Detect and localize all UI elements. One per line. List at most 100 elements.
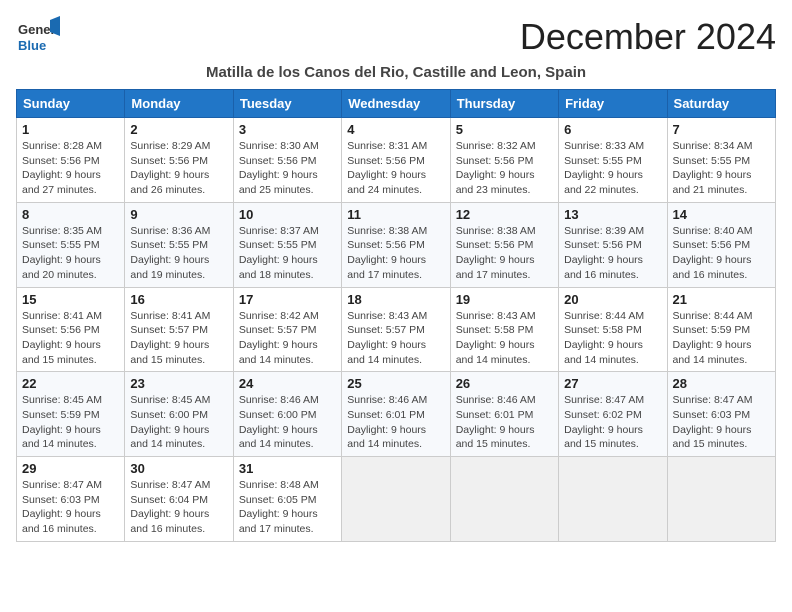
day-info: Sunrise: 8:46 AMSunset: 6:01 PMDaylight:… <box>347 393 444 452</box>
calendar-cell: 26Sunrise: 8:46 AMSunset: 6:01 PMDayligh… <box>450 372 558 457</box>
calendar-cell: 2Sunrise: 8:29 AMSunset: 5:56 PMDaylight… <box>125 118 233 203</box>
day-number: 2 <box>130 122 227 137</box>
day-number: 21 <box>673 292 770 307</box>
day-number: 12 <box>456 207 553 222</box>
day-info: Sunrise: 8:38 AMSunset: 5:56 PMDaylight:… <box>456 224 553 283</box>
calendar-cell: 13Sunrise: 8:39 AMSunset: 5:56 PMDayligh… <box>559 202 667 287</box>
calendar-cell: 19 Sunrise: 8:43 AMSunset: 5:58 PMDayligh… <box>450 287 558 372</box>
calendar-table: SundayMondayTuesdayWednesdayThursdayFrid… <box>16 89 776 542</box>
calendar-cell: 3 Sunrise: 8:30 AMSunset: 5:56 PMDaylight… <box>233 118 341 203</box>
day-info: Sunrise: 8:41 AMSunset: 5:56 PMDaylight:… <box>22 309 119 368</box>
calendar-cell: 24 Sunrise: 8:46 AMSunset: 6:00 PMDayligh… <box>233 372 341 457</box>
calendar-cell: 21 Sunrise: 8:44 AMSunset: 5:59 PMDayligh… <box>667 287 775 372</box>
day-number: 10 <box>239 207 336 222</box>
calendar-cell: 30 Sunrise: 8:47 AMSunset: 6:04 PMDayligh… <box>125 457 233 542</box>
day-info: Sunrise: 8:47 AMSunset: 6:03 PMDaylight:… <box>673 393 770 452</box>
calendar-week-1: 1Sunrise: 8:28 AMSunset: 5:56 PMDaylight… <box>17 118 776 203</box>
calendar-cell <box>450 457 558 542</box>
day-number: 9 <box>130 207 227 222</box>
calendar-header-thursday: Thursday <box>450 90 558 118</box>
day-info: Sunrise: 8:47 AMSunset: 6:04 PMDaylight:… <box>130 478 227 537</box>
logo: General Blue <box>16 16 60 60</box>
day-number: 19 <box>456 292 553 307</box>
month-title: December 2024 <box>520 16 776 58</box>
day-number: 4 <box>347 122 444 137</box>
day-number: 13 <box>564 207 661 222</box>
calendar-cell <box>667 457 775 542</box>
logo-svg: General Blue <box>16 16 60 60</box>
day-number: 22 <box>22 376 119 391</box>
day-info: Sunrise: 8:45 AMSunset: 6:00 PMDaylight:… <box>130 393 227 452</box>
day-info: Sunrise: 8:46 AMSunset: 6:00 PMDaylight:… <box>239 393 336 452</box>
calendar-cell: 18 Sunrise: 8:43 AMSunset: 5:57 PMDayligh… <box>342 287 450 372</box>
calendar-cell <box>342 457 450 542</box>
calendar-cell: 27Sunrise: 8:47 AMSunset: 6:02 PMDayligh… <box>559 372 667 457</box>
day-number: 16 <box>130 292 227 307</box>
day-info: Sunrise: 8:43 AMSunset: 5:58 PMDaylight:… <box>456 309 553 368</box>
calendar-week-2: 8Sunrise: 8:35 AMSunset: 5:55 PMDaylight… <box>17 202 776 287</box>
calendar-cell: 1Sunrise: 8:28 AMSunset: 5:56 PMDaylight… <box>17 118 125 203</box>
day-number: 6 <box>564 122 661 137</box>
calendar-cell: 29 Sunrise: 8:47 AMSunset: 6:03 PMDayligh… <box>17 457 125 542</box>
calendar-header-friday: Friday <box>559 90 667 118</box>
day-info: Sunrise: 8:38 AMSunset: 5:56 PMDaylight:… <box>347 224 444 283</box>
calendar-cell: 20Sunrise: 8:44 AMSunset: 5:58 PMDayligh… <box>559 287 667 372</box>
calendar-cell: 28 Sunrise: 8:47 AMSunset: 6:03 PMDayligh… <box>667 372 775 457</box>
day-number: 7 <box>673 122 770 137</box>
day-number: 18 <box>347 292 444 307</box>
day-number: 30 <box>130 461 227 476</box>
calendar-cell: 6Sunrise: 8:33 AMSunset: 5:55 PMDaylight… <box>559 118 667 203</box>
calendar-cell: 15 Sunrise: 8:41 AMSunset: 5:56 PMDayligh… <box>17 287 125 372</box>
calendar-cell: 11 Sunrise: 8:38 AMSunset: 5:56 PMDayligh… <box>342 202 450 287</box>
day-info: Sunrise: 8:30 AMSunset: 5:56 PMDaylight:… <box>239 139 336 198</box>
page-header: General Blue December 2024 <box>16 16 776 60</box>
day-number: 28 <box>673 376 770 391</box>
calendar-cell: 14Sunrise: 8:40 AMSunset: 5:56 PMDayligh… <box>667 202 775 287</box>
day-info: Sunrise: 8:41 AMSunset: 5:57 PMDaylight:… <box>130 309 227 368</box>
calendar-cell: 31Sunrise: 8:48 AMSunset: 6:05 PMDayligh… <box>233 457 341 542</box>
day-info: Sunrise: 8:47 AMSunset: 6:03 PMDaylight:… <box>22 478 119 537</box>
calendar-header-row: SundayMondayTuesdayWednesdayThursdayFrid… <box>17 90 776 118</box>
svg-text:Blue: Blue <box>18 38 46 53</box>
calendar-cell: 23 Sunrise: 8:45 AMSunset: 6:00 PMDayligh… <box>125 372 233 457</box>
calendar-cell: 9 Sunrise: 8:36 AMSunset: 5:55 PMDaylight… <box>125 202 233 287</box>
calendar-cell: 5Sunrise: 8:32 AMSunset: 5:56 PMDaylight… <box>450 118 558 203</box>
day-info: Sunrise: 8:35 AMSunset: 5:55 PMDaylight:… <box>22 224 119 283</box>
day-info: Sunrise: 8:36 AMSunset: 5:55 PMDaylight:… <box>130 224 227 283</box>
day-info: Sunrise: 8:37 AMSunset: 5:55 PMDaylight:… <box>239 224 336 283</box>
day-number: 23 <box>130 376 227 391</box>
day-number: 17 <box>239 292 336 307</box>
day-number: 3 <box>239 122 336 137</box>
calendar-header-saturday: Saturday <box>667 90 775 118</box>
location-subtitle: Matilla de los Canos del Rio, Castille a… <box>16 64 776 81</box>
calendar-cell: 22 Sunrise: 8:45 AMSunset: 5:59 PMDayligh… <box>17 372 125 457</box>
day-info: Sunrise: 8:34 AMSunset: 5:55 PMDaylight:… <box>673 139 770 198</box>
calendar-header-sunday: Sunday <box>17 90 125 118</box>
calendar-cell: 4 Sunrise: 8:31 AMSunset: 5:56 PMDaylight… <box>342 118 450 203</box>
day-number: 15 <box>22 292 119 307</box>
calendar-cell: 17Sunrise: 8:42 AMSunset: 5:57 PMDayligh… <box>233 287 341 372</box>
calendar-week-3: 15 Sunrise: 8:41 AMSunset: 5:56 PMDayligh… <box>17 287 776 372</box>
day-number: 24 <box>239 376 336 391</box>
day-number: 1 <box>22 122 119 137</box>
day-number: 11 <box>347 207 444 222</box>
calendar-header-wednesday: Wednesday <box>342 90 450 118</box>
day-number: 20 <box>564 292 661 307</box>
day-info: Sunrise: 8:43 AMSunset: 5:57 PMDaylight:… <box>347 309 444 368</box>
day-number: 5 <box>456 122 553 137</box>
day-number: 29 <box>22 461 119 476</box>
calendar-week-5: 29 Sunrise: 8:47 AMSunset: 6:03 PMDayligh… <box>17 457 776 542</box>
calendar-header-monday: Monday <box>125 90 233 118</box>
day-info: Sunrise: 8:45 AMSunset: 5:59 PMDaylight:… <box>22 393 119 452</box>
day-info: Sunrise: 8:47 AMSunset: 6:02 PMDaylight:… <box>564 393 661 452</box>
day-number: 26 <box>456 376 553 391</box>
day-number: 14 <box>673 207 770 222</box>
day-info: Sunrise: 8:31 AMSunset: 5:56 PMDaylight:… <box>347 139 444 198</box>
calendar-cell: 7 Sunrise: 8:34 AMSunset: 5:55 PMDaylight… <box>667 118 775 203</box>
day-info: Sunrise: 8:44 AMSunset: 5:59 PMDaylight:… <box>673 309 770 368</box>
title-section: December 2024 <box>520 16 776 58</box>
calendar-cell: 25Sunrise: 8:46 AMSunset: 6:01 PMDayligh… <box>342 372 450 457</box>
calendar-cell: 16 Sunrise: 8:41 AMSunset: 5:57 PMDayligh… <box>125 287 233 372</box>
calendar-cell: 12 Sunrise: 8:38 AMSunset: 5:56 PMDayligh… <box>450 202 558 287</box>
calendar-cell: 8Sunrise: 8:35 AMSunset: 5:55 PMDaylight… <box>17 202 125 287</box>
